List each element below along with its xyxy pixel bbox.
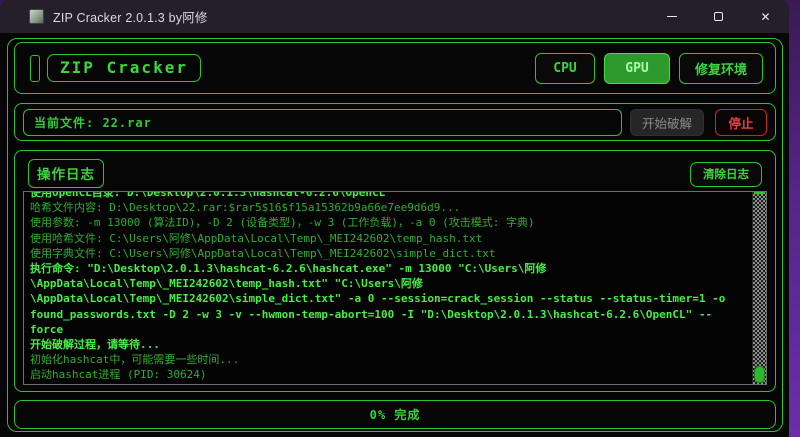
- start-crack-button[interactable]: 开始破解: [630, 109, 704, 136]
- log-line: 使用字典文件: C:\Users\阿修\AppData\Local\Temp\_…: [30, 246, 752, 261]
- titlebar: ZIP Cracker 2.0.1.3 by阿修 ✕: [0, 0, 789, 33]
- minimize-button[interactable]: [648, 0, 695, 33]
- log-line: \AppData\Local\Temp\_MEI242602\temp_hash…: [30, 276, 752, 291]
- log-panel: 操作日志 清除日志 使用OpenCL目录: D:\Desktop\2.0.1.3…: [14, 150, 776, 392]
- window-controls: ✕: [648, 0, 789, 33]
- mode-buttons: CPU GPU 修复环境: [535, 53, 763, 84]
- log-title: 操作日志: [28, 159, 104, 188]
- log-output[interactable]: 使用OpenCL目录: D:\Desktop\2.0.1.3\hashcat-6…: [23, 191, 767, 385]
- scrollbar-thumb[interactable]: [754, 366, 765, 383]
- log-text: 使用OpenCL目录: D:\Desktop\2.0.1.3\hashcat-6…: [24, 191, 752, 384]
- cpu-mode-button[interactable]: CPU: [535, 53, 595, 84]
- log-line: 初始化hashcat中，可能需要一些时间...: [30, 352, 752, 367]
- window-title: ZIP Cracker 2.0.1.3 by阿修: [53, 7, 208, 26]
- clear-log-button[interactable]: 清除日志: [690, 162, 762, 187]
- stop-button[interactable]: 停止: [715, 109, 767, 136]
- log-line: found_passwords.txt -D 2 -w 3 -v --hwmon…: [30, 307, 752, 322]
- close-button[interactable]: ✕: [742, 0, 789, 33]
- app-icon: [29, 9, 44, 24]
- app-window: ZIP Cracker 2.0.1.3 by阿修 ✕ ZIP Cracker C…: [0, 0, 789, 437]
- log-scrollbar[interactable]: [752, 192, 766, 384]
- maximize-button[interactable]: [695, 0, 742, 33]
- maximize-icon: [714, 12, 723, 21]
- log-line: force: [30, 322, 752, 337]
- log-line: 使用哈希文件: C:\Users\阿修\AppData\Local\Temp\_…: [30, 231, 752, 246]
- log-line: 开始破解过程，请等待...: [30, 337, 752, 352]
- header-bar: ZIP Cracker CPU GPU 修复环境: [14, 42, 776, 94]
- repair-env-button[interactable]: 修复环境: [679, 53, 763, 84]
- close-icon: ✕: [760, 11, 770, 23]
- file-bar: 当前文件: 22.rar 开始破解 停止: [14, 103, 776, 141]
- progress-label: 0% 完成: [370, 406, 421, 423]
- progress-bar: 0% 完成: [14, 400, 776, 429]
- log-line: 哈希文件内容: D:\Desktop\22.rar:$rar5$16$f15a1…: [30, 200, 752, 215]
- log-line: 启动hashcat进程 (PID: 30624): [30, 367, 752, 382]
- log-line: 执行命令: "D:\Desktop\2.0.1.3\hashcat-6.2.6\…: [30, 261, 752, 276]
- log-line: 使用参数: -m 13000 (算法ID)，-D 2 (设备类型)，-w 3 (…: [30, 215, 752, 230]
- app-logo: ZIP Cracker: [47, 54, 201, 82]
- scrollbar-top-cap: [754, 192, 765, 194]
- gpu-mode-button[interactable]: GPU: [604, 53, 670, 84]
- minimize-icon: [667, 16, 677, 17]
- current-file-display: 当前文件: 22.rar: [23, 109, 622, 136]
- logo-bar-icon: [30, 55, 40, 82]
- log-line: \AppData\Local\Temp\_MEI242602\simple_di…: [30, 291, 752, 306]
- log-line: 使用OpenCL目录: D:\Desktop\2.0.1.3\hashcat-6…: [30, 191, 752, 200]
